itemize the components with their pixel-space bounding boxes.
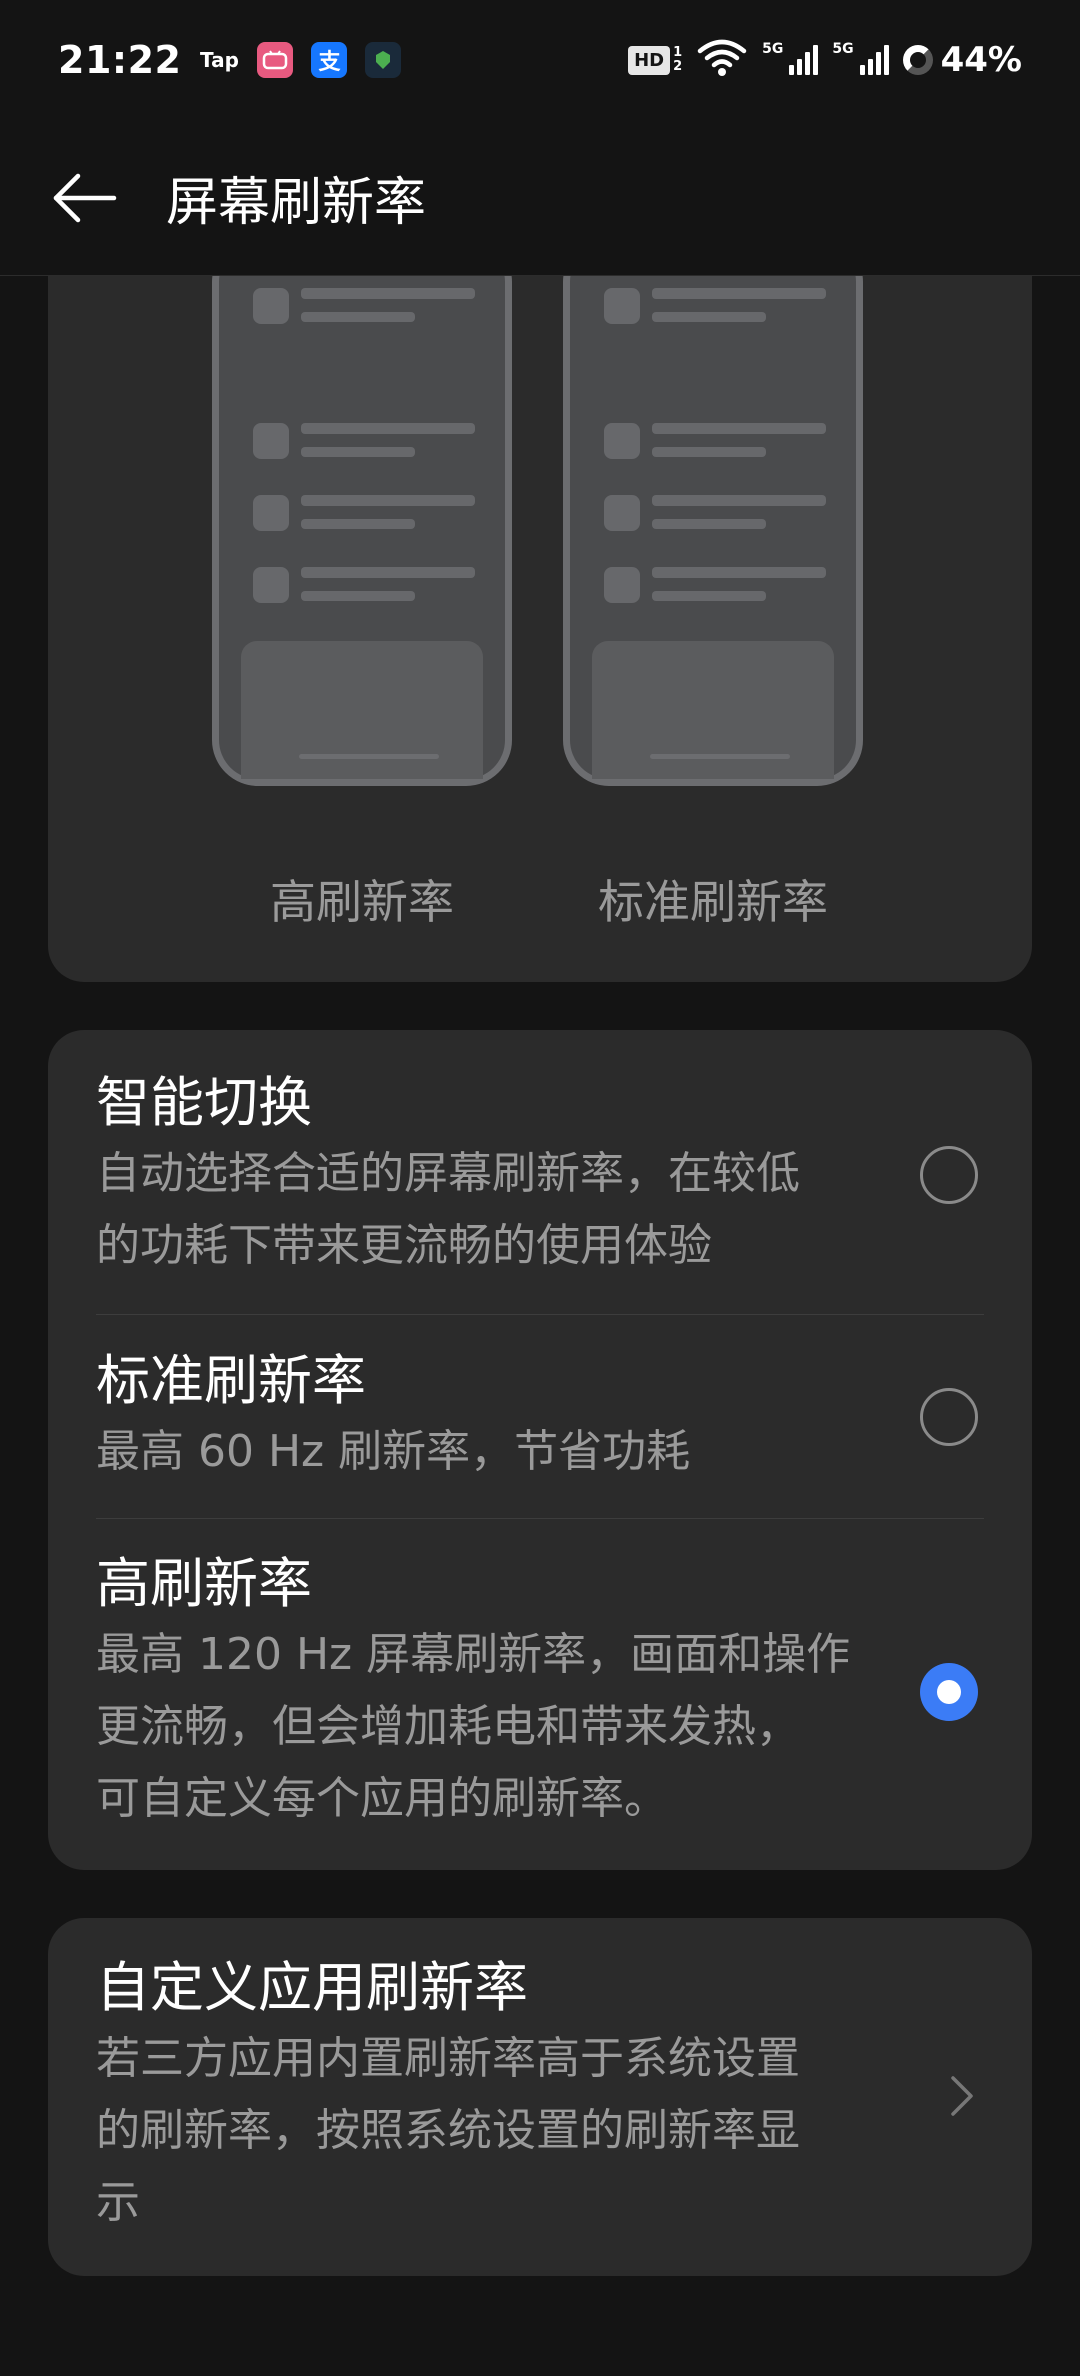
arrow-left-icon xyxy=(53,173,117,222)
option-desc: 最高 120 Hz 屏幕刷新率，画面和操作 更流畅，但会增加耗电和带来发热， 可… xyxy=(96,1619,920,1835)
shield-icon xyxy=(365,42,402,78)
status-time: 21:22 xyxy=(58,38,182,82)
option-desc-line: 可自定义每个应用的刷新率。 xyxy=(96,1772,668,1824)
signal-1-icon: 5G xyxy=(762,41,819,75)
option-title: 智能切换 xyxy=(96,1071,312,1134)
option-high-refresh[interactable]: 高刷新率 最高 120 Hz 屏幕刷新率，画面和操作 更流畅，但会增加耗电和带来… xyxy=(96,1518,984,1870)
preview-label-standard: 标准刷新率 xyxy=(598,875,828,929)
signal-2-label: 5G xyxy=(832,41,854,57)
option-desc: 自动选择合适的屏幕刷新率，在较低 的功耗下带来更流畅的使用体验 xyxy=(96,1138,920,1282)
radio-smart-switch[interactable] xyxy=(920,1146,978,1204)
high-refresh-preview-phone xyxy=(212,276,512,786)
hd-label: HD xyxy=(628,45,671,75)
option-desc-line: 最高 120 Hz 屏幕刷新率，画面和操作 xyxy=(96,1628,851,1680)
custom-desc-line: 若三方应用内置刷新率高于系统设置 xyxy=(96,2033,800,2084)
option-title: 高刷新率 xyxy=(96,1551,312,1615)
custom-desc-line: 的刷新率，按照系统设置的刷新率显 xyxy=(96,2105,800,2156)
hd-sub-bottom: 2 xyxy=(673,59,683,74)
hd-voice-icon: HD 1 2 xyxy=(628,45,683,75)
option-desc-line: 最高 60 Hz 刷新率，节省功耗 xyxy=(96,1425,691,1477)
preview-label-high: 高刷新率 xyxy=(270,875,454,929)
header: 屏幕刷新率 xyxy=(0,120,1080,276)
option-desc-line: 更流畅，但会增加耗电和带来发热， xyxy=(96,1700,800,1752)
option-title: 标准刷新率 xyxy=(96,1348,366,1412)
status-right: HD 1 2 5G 5G 44% xyxy=(628,39,1022,81)
signal-2-icon: 5G xyxy=(832,41,889,75)
content: 高刷新率 标准刷新率 智能切换 自动选择合适的屏幕刷新率，在较低 的功耗下带来更… xyxy=(48,276,1032,2276)
option-desc-line: 自动选择合适的屏幕刷新率，在较低 xyxy=(96,1148,800,1199)
option-standard-refresh[interactable]: 标准刷新率 最高 60 Hz 刷新率，节省功耗 xyxy=(96,1314,984,1518)
status-bar: 21:22 Tap 支 HD 1 2 5G 5G 44% xyxy=(0,0,1080,120)
page-title: 屏幕刷新率 xyxy=(166,173,427,233)
back-button[interactable] xyxy=(30,143,140,253)
preview-card: 高刷新率 标准刷新率 xyxy=(48,276,1032,982)
alipay-icon: 支 xyxy=(311,42,348,78)
refresh-options-card: 智能切换 自动选择合适的屏幕刷新率，在较低 的功耗下带来更流畅的使用体验 标准刷… xyxy=(48,1030,1032,1870)
hd-sub-top: 1 xyxy=(673,45,683,60)
chevron-right-icon xyxy=(942,2066,982,2126)
custom-title: 自定义应用刷新率 xyxy=(96,1956,528,2019)
option-desc: 最高 60 Hz 刷新率，节省功耗 xyxy=(96,1416,920,1488)
standard-refresh-preview-phone xyxy=(563,276,863,786)
wifi-icon xyxy=(696,39,748,81)
custom-desc-line: 示 xyxy=(96,2177,140,2228)
custom-app-refresh-item[interactable]: 自定义应用刷新率 若三方应用内置刷新率高于系统设置 的刷新率，按照系统设置的刷新… xyxy=(48,1918,1032,2276)
option-smart-switch[interactable]: 智能切换 自动选择合适的屏幕刷新率，在较低 的功耗下带来更流畅的使用体验 xyxy=(96,1030,984,1314)
signal-1-label: 5G xyxy=(762,41,784,57)
battery-percent: 44% xyxy=(940,40,1022,80)
bilibili-icon xyxy=(257,42,294,78)
taptap-icon: Tap xyxy=(200,48,239,72)
radio-high-refresh[interactable] xyxy=(920,1662,978,1721)
radio-standard-refresh[interactable] xyxy=(920,1387,978,1446)
status-left: 21:22 Tap 支 xyxy=(58,38,402,82)
battery-indicator: 44% xyxy=(902,40,1022,80)
custom-desc: 若三方应用内置刷新率高于系统设置 的刷新率，按照系统设置的刷新率显 示 xyxy=(96,2023,942,2239)
battery-ring-icon xyxy=(902,45,933,75)
option-desc-line: 的功耗下带来更流畅的使用体验 xyxy=(96,1220,712,1271)
